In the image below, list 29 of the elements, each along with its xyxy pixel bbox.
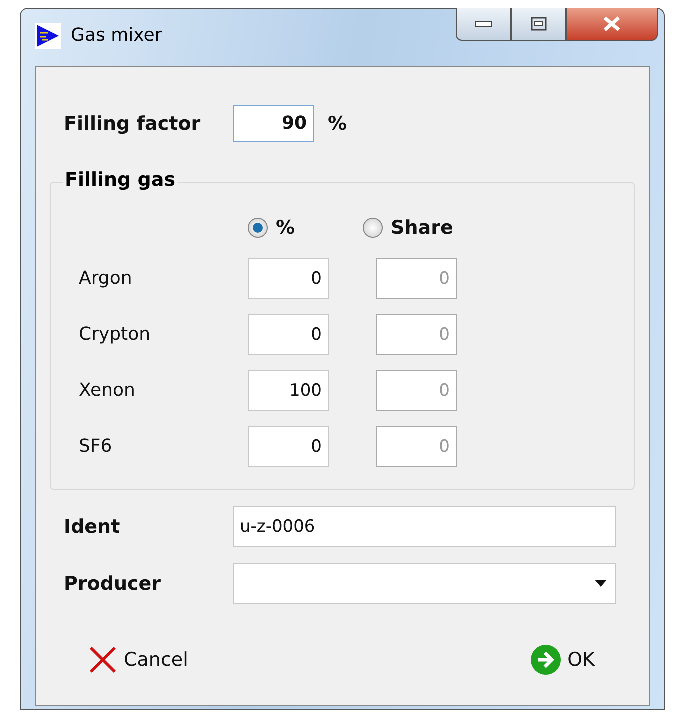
gas-label: Xenon xyxy=(78,380,136,401)
percent-field[interactable]: 100 xyxy=(248,370,329,411)
percent-field[interactable]: 0 xyxy=(248,314,329,355)
minimize-button[interactable] xyxy=(456,8,511,41)
unit-label: % xyxy=(328,112,348,134)
cross-icon xyxy=(88,645,118,675)
maximize-icon xyxy=(530,16,548,32)
percent-field[interactable]: 0 xyxy=(248,426,329,467)
field-label: Ident xyxy=(63,516,122,538)
ok-button[interactable]: OK xyxy=(530,644,595,676)
gas-label: Crypton xyxy=(78,324,152,345)
percent-field[interactable]: 0 xyxy=(248,258,329,299)
window-title: Gas mixer xyxy=(71,25,162,46)
field-label: Producer xyxy=(63,572,162,594)
radio-button[interactable]: Share xyxy=(363,217,454,239)
group-title: Filling gas xyxy=(63,169,178,191)
caret-icon xyxy=(595,580,607,588)
close-icon xyxy=(601,16,623,32)
close-button[interactable] xyxy=(566,8,658,41)
flag-icon xyxy=(35,23,61,49)
radio-button[interactable]: % xyxy=(248,217,296,239)
minimize-icon xyxy=(474,19,494,29)
ident-field[interactable]: u-z-0006 xyxy=(233,506,616,547)
field-label: Filling factor xyxy=(63,112,202,134)
maximize-button[interactable] xyxy=(511,8,566,41)
filling-factor-field[interactable]: 90 xyxy=(233,105,314,142)
gas-label: Argon xyxy=(78,268,134,289)
cancel-button[interactable]: Cancel xyxy=(88,644,188,676)
gas-label: SF6 xyxy=(78,436,114,457)
